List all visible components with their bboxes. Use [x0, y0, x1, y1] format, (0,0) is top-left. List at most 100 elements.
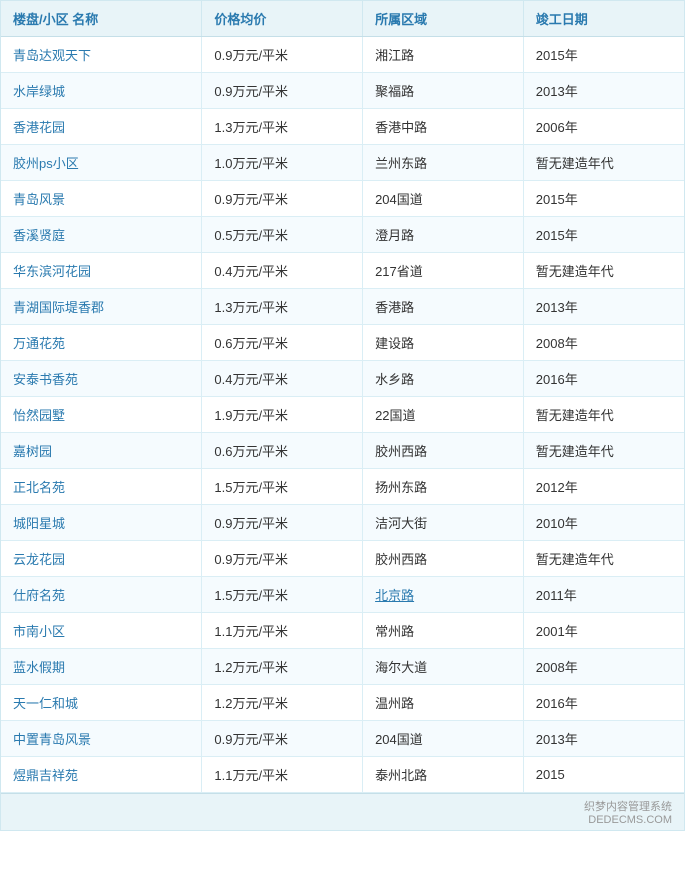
cell-property-name[interactable]: 青湖国际堤香郡 — [1, 289, 202, 325]
cell-year: 2015 — [523, 757, 684, 793]
cell-year: 2013年 — [523, 289, 684, 325]
cell-area: 建设路 — [363, 325, 524, 361]
cell-property-name[interactable]: 云龙花园 — [1, 541, 202, 577]
cell-year: 暂无建造年代 — [523, 145, 684, 181]
cell-year: 暂无建造年代 — [523, 433, 684, 469]
table-row: 青岛风景0.9万元/平米204国道2015年 — [1, 181, 684, 217]
table-row: 青湖国际堤香郡1.3万元/平米香港路2013年 — [1, 289, 684, 325]
cell-property-name[interactable]: 香港花园 — [1, 109, 202, 145]
table-row: 蓝水假期1.2万元/平米海尔大道2008年 — [1, 649, 684, 685]
cell-property-name[interactable]: 蓝水假期 — [1, 649, 202, 685]
cell-property-name[interactable]: 天一仁和城 — [1, 685, 202, 721]
header-year: 竣工日期 — [523, 1, 684, 37]
cell-year: 暂无建造年代 — [523, 541, 684, 577]
cell-year: 2006年 — [523, 109, 684, 145]
cell-price: 0.4万元/平米 — [202, 253, 363, 289]
cell-area: 水乡路 — [363, 361, 524, 397]
cell-property-name[interactable]: 嘉树园 — [1, 433, 202, 469]
cell-price: 1.2万元/平米 — [202, 685, 363, 721]
cell-area[interactable]: 北京路 — [363, 577, 524, 613]
cell-property-name[interactable]: 香溪贤庭 — [1, 217, 202, 253]
cell-area: 扬州东路 — [363, 469, 524, 505]
table-row: 香溪贤庭0.5万元/平米澄月路2015年 — [1, 217, 684, 253]
cell-price: 1.5万元/平米 — [202, 577, 363, 613]
table-row: 青岛达观天下0.9万元/平米湘江路2015年 — [1, 37, 684, 73]
cell-property-name[interactable]: 城阳星城 — [1, 505, 202, 541]
cell-area: 常州路 — [363, 613, 524, 649]
cell-property-name[interactable]: 万通花苑 — [1, 325, 202, 361]
table-row: 市南小区1.1万元/平米常州路2001年 — [1, 613, 684, 649]
cell-area: 湘江路 — [363, 37, 524, 73]
cell-area: 胶州西路 — [363, 433, 524, 469]
property-table-container: 楼盘/小区 名称 价格均价 所属区域 竣工日期 青岛达观天下0.9万元/平米湘江… — [0, 0, 685, 831]
cell-area: 洁河大街 — [363, 505, 524, 541]
cell-year: 2011年 — [523, 577, 684, 613]
cell-year: 2015年 — [523, 181, 684, 217]
cell-area: 胶州西路 — [363, 541, 524, 577]
cell-area: 聚福路 — [363, 73, 524, 109]
table-row: 天一仁和城1.2万元/平米温州路2016年 — [1, 685, 684, 721]
cell-property-name[interactable]: 仕府名苑 — [1, 577, 202, 613]
table-row: 中置青岛风景0.9万元/平米204国道2013年 — [1, 721, 684, 757]
cell-year: 2012年 — [523, 469, 684, 505]
table-row: 正北名苑1.5万元/平米扬州东路2012年 — [1, 469, 684, 505]
property-table: 楼盘/小区 名称 价格均价 所属区域 竣工日期 青岛达观天下0.9万元/平米湘江… — [1, 1, 684, 793]
cell-year: 2008年 — [523, 325, 684, 361]
cell-area: 香港中路 — [363, 109, 524, 145]
cell-price: 1.3万元/平米 — [202, 109, 363, 145]
cell-property-name[interactable]: 正北名苑 — [1, 469, 202, 505]
cell-price: 0.9万元/平米 — [202, 541, 363, 577]
cell-area: 香港路 — [363, 289, 524, 325]
cell-area: 兰州东路 — [363, 145, 524, 181]
cell-property-name[interactable]: 青岛风景 — [1, 181, 202, 217]
cell-year: 2001年 — [523, 613, 684, 649]
cell-year: 暂无建造年代 — [523, 253, 684, 289]
header-price: 价格均价 — [202, 1, 363, 37]
cell-price: 0.6万元/平米 — [202, 433, 363, 469]
cell-property-name[interactable]: 水岸绿城 — [1, 73, 202, 109]
cell-property-name[interactable]: 青岛达观天下 — [1, 37, 202, 73]
cell-price: 1.0万元/平米 — [202, 145, 363, 181]
table-row: 仕府名苑1.5万元/平米北京路2011年 — [1, 577, 684, 613]
cell-price: 0.9万元/平米 — [202, 721, 363, 757]
cell-property-name[interactable]: 安泰书香苑 — [1, 361, 202, 397]
cell-property-name[interactable]: 胶州ps小区 — [1, 145, 202, 181]
table-row: 香港花园1.3万元/平米香港中路2006年 — [1, 109, 684, 145]
cell-area: 22国道 — [363, 397, 524, 433]
table-row: 万通花苑0.6万元/平米建设路2008年 — [1, 325, 684, 361]
cell-year: 2015年 — [523, 217, 684, 253]
cell-year: 2008年 — [523, 649, 684, 685]
cell-area: 泰州北路 — [363, 757, 524, 793]
table-row: 嘉树园0.6万元/平米胶州西路暂无建造年代 — [1, 433, 684, 469]
cell-property-name[interactable]: 怡然园墅 — [1, 397, 202, 433]
cell-price: 0.9万元/平米 — [202, 505, 363, 541]
cell-area: 海尔大道 — [363, 649, 524, 685]
table-row: 怡然园墅1.9万元/平米22国道暂无建造年代 — [1, 397, 684, 433]
footer-bar: 织梦内容管理系统DEDECMS.COM — [1, 793, 684, 830]
cell-price: 1.2万元/平米 — [202, 649, 363, 685]
cell-area: 温州路 — [363, 685, 524, 721]
table-row: 煜鼎吉祥苑1.1万元/平米泰州北路2015 — [1, 757, 684, 793]
cell-property-name[interactable]: 华东滨河花园 — [1, 253, 202, 289]
cell-price: 0.6万元/平米 — [202, 325, 363, 361]
cell-area: 204国道 — [363, 181, 524, 217]
cell-price: 0.4万元/平米 — [202, 361, 363, 397]
cell-price: 1.1万元/平米 — [202, 757, 363, 793]
table-row: 胶州ps小区1.0万元/平米兰州东路暂无建造年代 — [1, 145, 684, 181]
cell-property-name[interactable]: 煜鼎吉祥苑 — [1, 757, 202, 793]
cell-price: 0.9万元/平米 — [202, 181, 363, 217]
cell-year: 暂无建造年代 — [523, 397, 684, 433]
cell-price: 1.5万元/平米 — [202, 469, 363, 505]
cell-year: 2016年 — [523, 685, 684, 721]
cell-year: 2016年 — [523, 361, 684, 397]
cell-property-name[interactable]: 市南小区 — [1, 613, 202, 649]
cell-price: 0.9万元/平米 — [202, 73, 363, 109]
cell-year: 2013年 — [523, 73, 684, 109]
table-row: 安泰书香苑0.4万元/平米水乡路2016年 — [1, 361, 684, 397]
table-row: 城阳星城0.9万元/平米洁河大街2010年 — [1, 505, 684, 541]
cell-property-name[interactable]: 中置青岛风景 — [1, 721, 202, 757]
cell-price: 0.9万元/平米 — [202, 37, 363, 73]
cell-price: 1.3万元/平米 — [202, 289, 363, 325]
cell-area: 217省道 — [363, 253, 524, 289]
table-header-row: 楼盘/小区 名称 价格均价 所属区域 竣工日期 — [1, 1, 684, 37]
